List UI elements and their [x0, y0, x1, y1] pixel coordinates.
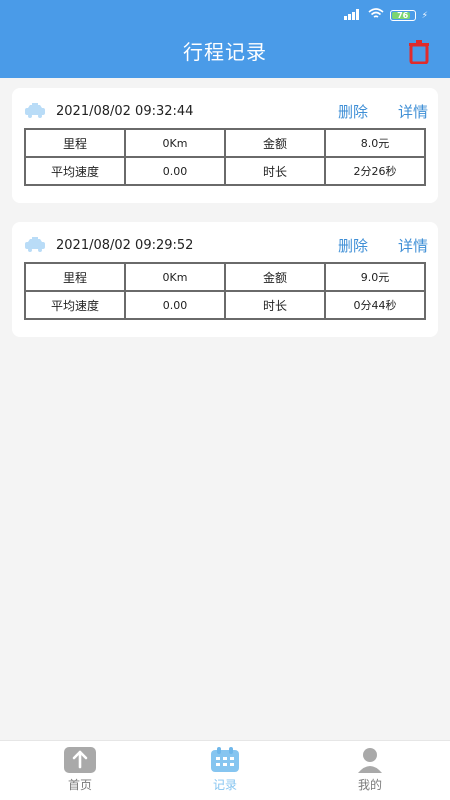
battery-level: 76 [397, 10, 409, 20]
status-bar: 76 ⚡ [0, 0, 450, 26]
table-row: 里程 0Km 金额 9.0元 [24, 262, 426, 292]
duration-value: 0分44秒 [324, 290, 426, 320]
user-icon [325, 747, 415, 773]
delete-link[interactable]: 删除 [338, 101, 368, 122]
mileage-value: 0Km [124, 128, 226, 158]
tab-home[interactable]: 首页 [35, 747, 125, 793]
trip-header: 2021/08/02 09:32:44 删除 详情 [24, 100, 428, 122]
duration-value: 2分26秒 [324, 156, 426, 186]
trip-header: 2021/08/02 09:29:52 删除 详情 [24, 234, 428, 256]
tab-label: 首页 [67, 778, 92, 792]
tab-label: 记录 [212, 778, 237, 792]
avg-speed-value: 0.00 [124, 290, 226, 320]
status-icons: 76 ⚡ [343, 8, 428, 23]
avg-speed-label: 平均速度 [24, 156, 126, 186]
trip-card: 2021/08/02 09:32:44 删除 详情 里程 0Km 金额 8.0元… [12, 88, 438, 203]
details-link[interactable]: 详情 [398, 101, 428, 122]
trash-icon[interactable] [408, 40, 430, 65]
tab-label: 我的 [357, 778, 382, 792]
table-row: 里程 0Km 金额 8.0元 [24, 128, 426, 158]
charging-icon: ⚡ [421, 10, 428, 21]
mileage-label: 里程 [24, 262, 126, 292]
mileage-label: 里程 [24, 128, 126, 158]
amount-value: 8.0元 [324, 128, 426, 158]
delete-link[interactable]: 删除 [338, 235, 368, 256]
signal-icon [343, 8, 362, 23]
details-link[interactable]: 详情 [398, 235, 428, 256]
trip-stats-table: 里程 0Km 金额 8.0元 平均速度 0.00 时长 2分26秒 [24, 128, 426, 186]
tab-me[interactable]: 我的 [325, 747, 415, 793]
bottom-tab-bar: 首页 记录 我的 [0, 740, 450, 800]
wifi-icon [368, 8, 384, 23]
calendar-icon [180, 747, 270, 773]
trip-card: 2021/08/02 09:29:52 删除 详情 里程 0Km 金额 9.0元… [12, 222, 438, 337]
trip-datetime: 2021/08/02 09:29:52 [56, 237, 194, 253]
taxi-icon [24, 103, 46, 119]
trip-datetime: 2021/08/02 09:32:44 [56, 103, 194, 119]
trip-stats-table: 里程 0Km 金额 9.0元 平均速度 0.00 时长 0分44秒 [24, 262, 426, 320]
table-row: 平均速度 0.00 时长 2分26秒 [24, 156, 426, 186]
amount-label: 金额 [224, 128, 326, 158]
upload-icon [35, 747, 125, 773]
tab-records[interactable]: 记录 [180, 747, 270, 793]
amount-label: 金额 [224, 262, 326, 292]
taxi-icon [24, 237, 46, 253]
app-header: 76 ⚡ 行程记录 [0, 0, 450, 78]
amount-value: 9.0元 [324, 262, 426, 292]
page-title: 行程记录 [183, 40, 267, 64]
avg-speed-value: 0.00 [124, 156, 226, 186]
duration-label: 时长 [224, 290, 326, 320]
table-row: 平均速度 0.00 时长 0分44秒 [24, 290, 426, 320]
mileage-value: 0Km [124, 262, 226, 292]
duration-label: 时长 [224, 156, 326, 186]
battery-icon: 76 [389, 10, 416, 21]
avg-speed-label: 平均速度 [24, 290, 126, 320]
